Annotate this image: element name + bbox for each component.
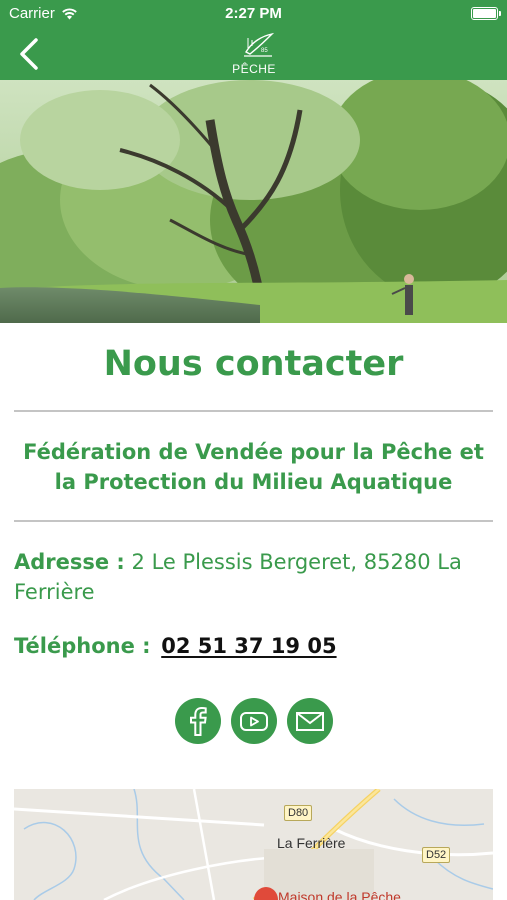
location-map[interactable]: D80 D52 La Ferrière Maison de la Pêche xyxy=(14,789,493,900)
battery-icon xyxy=(471,7,501,20)
phone-block: Téléphone : 02 51 37 19 05 xyxy=(14,631,337,661)
mail-button[interactable] xyxy=(286,698,333,744)
facebook-button[interactable] xyxy=(174,698,221,744)
facebook-icon xyxy=(189,706,207,736)
youtube-icon xyxy=(239,712,268,731)
address-label: Adresse : xyxy=(14,550,125,574)
fish-logo-icon: 85 xyxy=(244,32,275,57)
phone-link[interactable]: 02 51 37 19 05 xyxy=(161,634,336,658)
logo-text: PÊCHE xyxy=(232,62,276,76)
nav-bar: 85 PÊCHE xyxy=(0,28,507,80)
river-landscape-image xyxy=(0,80,507,323)
social-links xyxy=(0,698,507,744)
map-poi-label: Maison de la Pêche xyxy=(278,889,401,900)
hero-photo-river xyxy=(0,80,507,323)
back-button[interactable] xyxy=(12,34,48,74)
mail-icon xyxy=(295,712,324,731)
phone-label: Téléphone : xyxy=(14,634,151,658)
divider xyxy=(14,410,493,412)
road-label-d80: D80 xyxy=(284,805,313,821)
road-label-d52: D52 xyxy=(422,847,451,863)
divider xyxy=(14,520,493,522)
organization-name: Fédération de Vendée pour la Pêche et la… xyxy=(23,440,484,494)
status-bar: Carrier 2:27 PM xyxy=(0,0,507,28)
map-town-label: La Ferrière xyxy=(277,835,346,851)
address-block: Adresse : 2 Le Plessis Bergeret, 85280 L… xyxy=(14,547,493,607)
status-time: 2:27 PM xyxy=(225,5,282,22)
chevron-left-icon xyxy=(20,38,38,70)
page-title: Nous contacter xyxy=(103,344,404,384)
map-roads xyxy=(14,789,493,900)
youtube-button[interactable] xyxy=(230,698,277,744)
app-logo: 85 PÊCHE xyxy=(224,30,284,78)
svg-text:85: 85 xyxy=(261,48,268,54)
